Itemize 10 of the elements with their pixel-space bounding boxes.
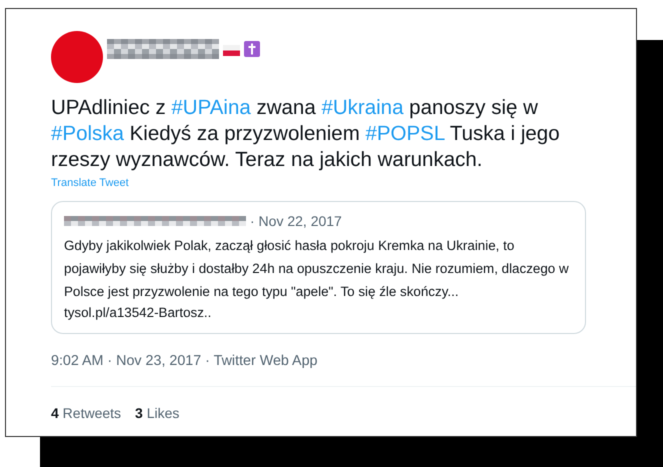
tweet-text: UPAdliniec z #UPAina zwana #Ukraina panoszy się w #Polska Kiedyś za przyzwoleniem #POPSL Tuska i jego rzeszy wyznawców. Teraz na jakich warunkach. bbox=[51, 95, 561, 173]
quoted-tweet[interactable] bbox=[51, 200, 586, 334]
stat-link[interactable]: 3 Likes bbox=[135, 403, 180, 424]
quote-link[interactable]: tysol.pl/a13542-Bartosz.. bbox=[64, 302, 573, 323]
avatar[interactable] bbox=[51, 31, 103, 83]
cross-icon bbox=[244, 39, 260, 57]
tweet-timestamp: 9:02 AM · Nov 23, 2017 · Twitter Web App bbox=[51, 352, 318, 371]
quote-text: Gdyby jakikolwiek Polak, zaczął głosić hasła pokroju Kremka na Ukrainie, to pojawiłyby się służby i dostałby 24h na opuszczenie kraju. Nie rozumiem, dlaczego w Polsce jest przyzwolenie na tego typu "apele". To się źle skończy... bbox=[64, 236, 570, 301]
stat-link[interactable]: 4 Retweets bbox=[51, 403, 122, 424]
quote-date: · Nov 22, 2017 bbox=[250, 212, 342, 230]
